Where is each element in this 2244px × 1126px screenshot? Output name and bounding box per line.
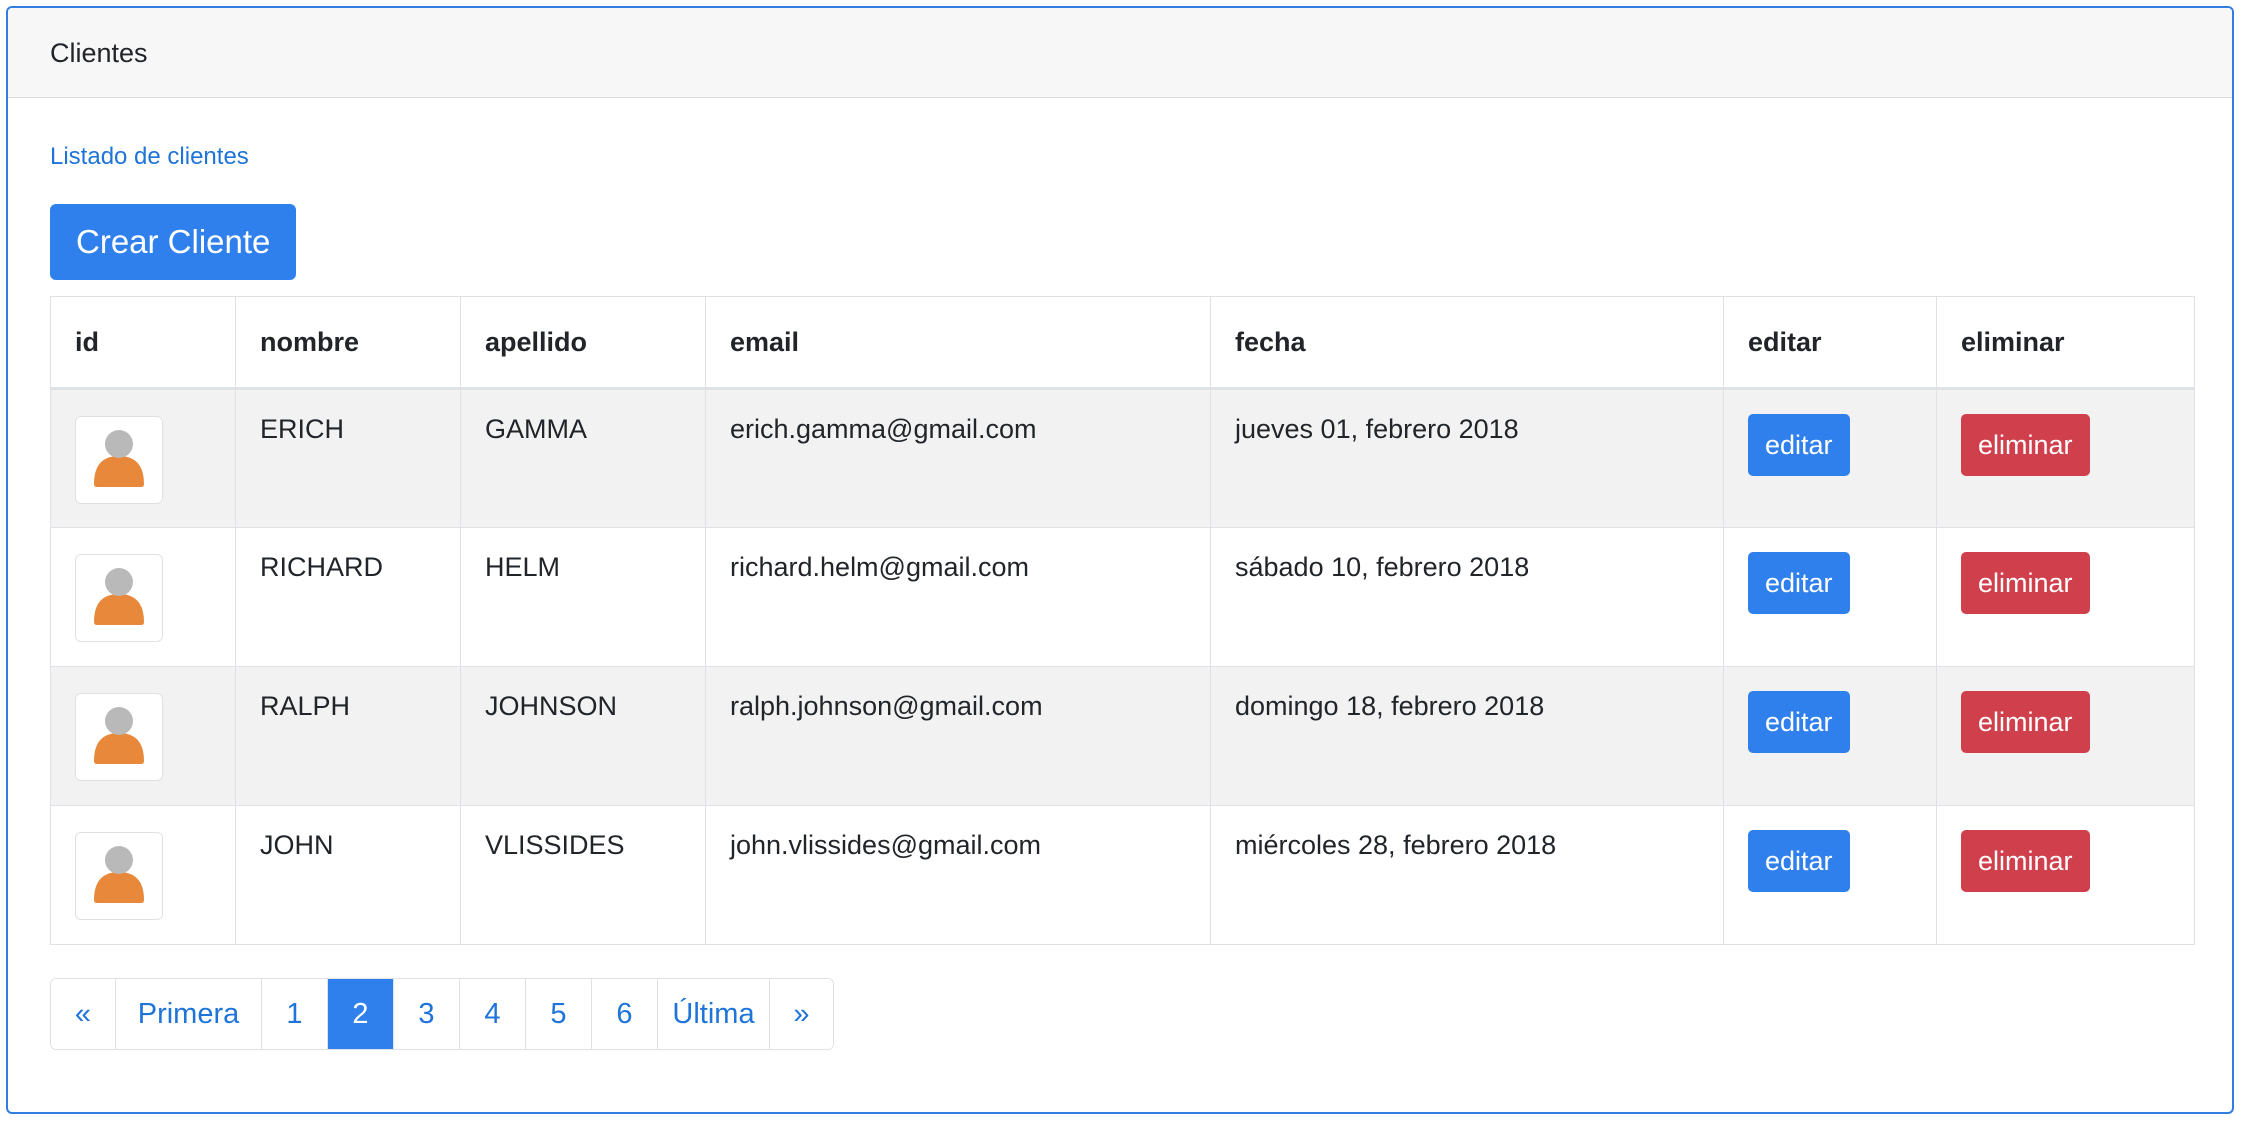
- user-avatar-icon: [90, 842, 148, 911]
- avatar[interactable]: [75, 554, 163, 642]
- card-body: Listado de clientes Crear Cliente id nom…: [8, 140, 2232, 1050]
- card-header: Clientes: [8, 8, 2232, 98]
- cell-apellido: VLISSIDES: [460, 805, 706, 945]
- cell-email: john.vlissides@gmail.com: [705, 805, 1211, 945]
- page-4[interactable]: 4: [459, 979, 525, 1049]
- table-header: id nombre apellido email fecha editar el…: [50, 296, 2195, 390]
- clients-table: id nombre apellido email fecha editar el…: [50, 296, 2195, 945]
- cell-fecha: jueves 01, febrero 2018: [1210, 388, 1724, 528]
- page-last-button[interactable]: Última: [657, 979, 769, 1049]
- cell-apellido: GAMMA: [460, 388, 706, 528]
- page-3[interactable]: 3: [393, 979, 459, 1049]
- page-5[interactable]: 5: [525, 979, 591, 1049]
- user-avatar-icon: [90, 564, 148, 633]
- cell-nombre: RALPH: [235, 666, 461, 806]
- delete-button[interactable]: eliminar: [1961, 830, 2090, 892]
- table-row: JOHN VLISSIDES john.vlissides@gmail.com mié…: [50, 805, 2195, 945]
- cell-apellido: HELM: [460, 527, 706, 667]
- cell-editar: editar: [1723, 527, 1937, 667]
- edit-button[interactable]: editar: [1748, 552, 1850, 614]
- cell-nombre: ERICH: [235, 388, 461, 528]
- column-header-apellido: apellido: [460, 296, 706, 390]
- column-header-editar: editar: [1723, 296, 1937, 390]
- cell-nombre: RICHARD: [235, 527, 461, 667]
- card-subtitle: Listado de clientes: [50, 143, 249, 170]
- delete-button[interactable]: eliminar: [1961, 691, 2090, 753]
- create-client-button[interactable]: Crear Cliente: [50, 204, 297, 280]
- cell-email: richard.helm@gmail.com: [705, 527, 1211, 667]
- cell-id: [50, 805, 236, 945]
- page-6[interactable]: 6: [591, 979, 657, 1049]
- cell-apellido: JOHNSON: [460, 666, 706, 806]
- column-header-nombre: nombre: [235, 296, 461, 390]
- delete-button[interactable]: eliminar: [1961, 552, 2090, 614]
- delete-button[interactable]: eliminar: [1961, 414, 2090, 476]
- cell-eliminar: eliminar: [1936, 805, 2195, 945]
- avatar[interactable]: [75, 832, 163, 920]
- cell-eliminar: eliminar: [1936, 527, 2195, 667]
- cell-editar: editar: [1723, 666, 1937, 806]
- cell-nombre: JOHN: [235, 805, 461, 945]
- cell-fecha: miércoles 28, febrero 2018: [1210, 805, 1724, 945]
- cell-fecha: domingo 18, febrero 2018: [1210, 666, 1724, 806]
- user-avatar-icon: [90, 703, 148, 772]
- cell-eliminar: eliminar: [1936, 388, 2195, 528]
- page-first-button[interactable]: Primera: [115, 979, 261, 1049]
- cell-eliminar: eliminar: [1936, 666, 2195, 806]
- cell-editar: editar: [1723, 805, 1937, 945]
- page-2[interactable]: 2: [327, 979, 393, 1049]
- clients-card: Clientes Listado de clientes Crear Clien…: [6, 6, 2234, 1114]
- column-header-id: id: [50, 296, 236, 390]
- cell-editar: editar: [1723, 388, 1937, 528]
- avatar[interactable]: [75, 693, 163, 781]
- cell-email: ralph.johnson@gmail.com: [705, 666, 1211, 806]
- table-row: RICHARD HELM richard.helm@gmail.com sábado …: [50, 527, 2195, 667]
- avatar[interactable]: [75, 416, 163, 504]
- column-header-eliminar: eliminar: [1936, 296, 2195, 390]
- edit-button[interactable]: editar: [1748, 691, 1850, 753]
- column-header-fecha: fecha: [1210, 296, 1724, 390]
- page-next-button[interactable]: »: [769, 979, 833, 1049]
- cell-id: [50, 527, 236, 667]
- pagination: «Primera 1 2 3 4 5 6 Última»: [50, 978, 834, 1050]
- card-title: Clientes: [50, 38, 148, 68]
- cell-id: [50, 666, 236, 806]
- user-avatar-icon: [90, 426, 148, 495]
- page-prev-button[interactable]: «: [51, 979, 115, 1049]
- cell-id: [50, 388, 236, 528]
- edit-button[interactable]: editar: [1748, 830, 1850, 892]
- cell-email: erich.gamma@gmail.com: [705, 388, 1211, 528]
- page-1[interactable]: 1: [261, 979, 327, 1049]
- cell-fecha: sábado 10, febrero 2018: [1210, 527, 1724, 667]
- edit-button[interactable]: editar: [1748, 414, 1850, 476]
- table-body: ERICH GAMMA erich.gamma@gmail.com jueves 01…: [50, 388, 2195, 945]
- table-row: ERICH GAMMA erich.gamma@gmail.com jueves 01…: [50, 388, 2195, 528]
- table-row: RALPH JOHNSON ralph.johnson@gmail.com domin…: [50, 666, 2195, 806]
- column-header-email: email: [705, 296, 1211, 390]
